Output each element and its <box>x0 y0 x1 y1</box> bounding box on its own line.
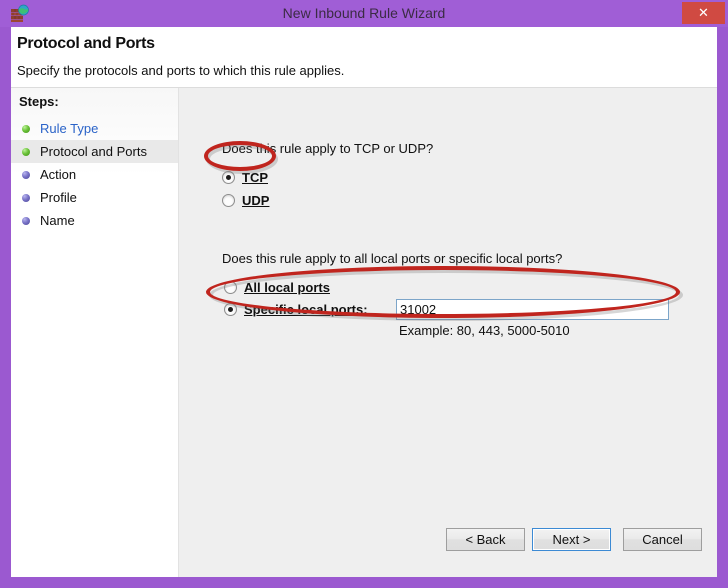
radio-all-local-ports[interactable] <box>224 281 237 294</box>
sidebar-item-label: Profile <box>40 190 77 205</box>
window-title: New Inbound Rule Wizard <box>282 5 446 21</box>
sidebar-item-label: Protocol and Ports <box>40 144 147 159</box>
sidebar-item-name[interactable]: Name <box>11 209 178 232</box>
step-bullet-icon <box>22 148 30 156</box>
radio-specific-local-ports[interactable] <box>224 303 237 316</box>
radio-row-all-local-ports[interactable]: All local ports <box>224 278 364 298</box>
close-button[interactable]: ✕ <box>682 2 725 24</box>
radio-row-tcp[interactable]: TCP <box>222 168 302 188</box>
specific-ports-input[interactable] <box>396 299 669 320</box>
port-example-hint: Example: 80, 443, 5000-5010 <box>399 323 570 338</box>
sidebar-item-label: Rule Type <box>40 121 99 136</box>
sidebar-item-action[interactable]: Action <box>11 163 178 186</box>
radio-udp-label-text: UDP <box>242 193 270 208</box>
title-bar: New Inbound Rule Wizard ✕ <box>0 0 728 27</box>
sidebar-item-label: Name <box>40 213 75 228</box>
radio-udp[interactable] <box>222 194 235 207</box>
sidebar-item-protocol-and-ports[interactable]: Protocol and Ports <box>11 140 178 163</box>
radio-all-local-ports-label-text: All local ports <box>244 280 330 295</box>
next-button-label: Next > <box>552 532 591 547</box>
steps-list: Rule Type Protocol and Ports Action Prof… <box>11 117 178 232</box>
radio-tcp[interactable] <box>222 171 235 184</box>
next-button[interactable]: Next > <box>532 528 611 551</box>
step-bullet-icon <box>22 194 30 202</box>
radio-tcp-label-text: TCP <box>242 170 268 185</box>
radio-all-local-ports-label: All local ports <box>244 278 330 297</box>
page-subtitle: Specify the protocols and ports to which… <box>17 63 345 78</box>
sidebar-item-rule-type[interactable]: Rule Type <box>11 117 178 140</box>
step-bullet-icon <box>22 171 30 179</box>
radio-tcp-label: TCP <box>242 168 268 187</box>
page-title: Protocol and Ports <box>17 35 155 52</box>
wizard-window: New Inbound Rule Wizard ✕ Protocol and P… <box>0 0 728 588</box>
cancel-button-label: Cancel <box>642 532 683 547</box>
sidebar-item-profile[interactable]: Profile <box>11 186 178 209</box>
protocol-question: Does this rule apply to TCP or UDP? <box>222 141 434 156</box>
back-button[interactable]: < Back <box>446 528 525 551</box>
client-area: Protocol and Ports Specify the protocols… <box>11 27 717 577</box>
step-bullet-icon <box>22 125 30 133</box>
sidebar-item-label: Action <box>40 167 77 182</box>
radio-specific-local-ports-label: Specific local ports: <box>244 300 368 319</box>
steps-sidebar: Steps: Rule Type Protocol and Ports Acti… <box>11 88 179 577</box>
step-bullet-icon <box>22 217 30 225</box>
radio-specific-local-ports-label-text: Specific local ports: <box>244 302 368 317</box>
radio-row-udp[interactable]: UDP <box>222 191 302 211</box>
radio-udp-label: UDP <box>242 191 269 210</box>
radio-row-specific-local-ports[interactable]: Specific local ports: <box>224 300 394 320</box>
ports-question: Does this rule apply to all local ports … <box>222 251 563 266</box>
cancel-button[interactable]: Cancel <box>623 528 702 551</box>
page-header: Protocol and Ports Specify the protocols… <box>11 27 717 88</box>
steps-heading: Steps: <box>19 94 59 109</box>
back-button-label: < Back <box>465 532 506 547</box>
